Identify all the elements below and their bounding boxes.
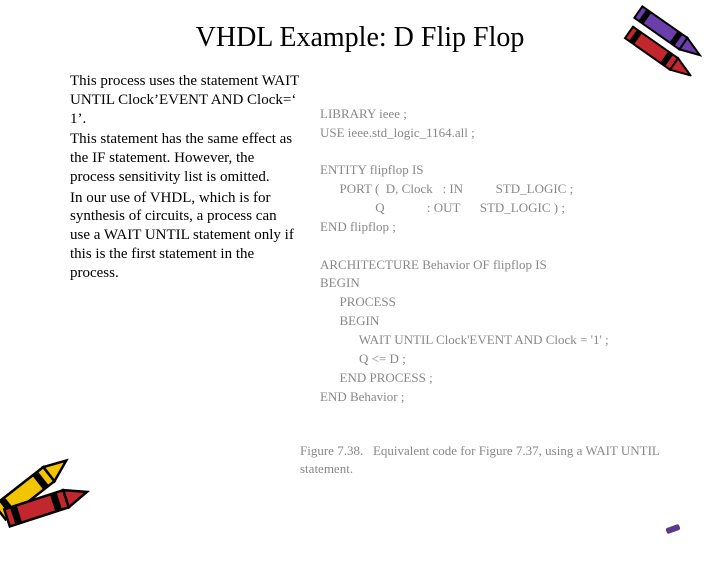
code-line: LIBRARY ieee ; [320,106,407,121]
explanation-text: This process uses the statement WAIT UNT… [70,72,300,425]
crayon-icon [0,455,100,550]
code-line: USE ieee.std_logic_1164.all ; [320,125,475,140]
paragraph-1: This process uses the statement WAIT UNT… [70,72,300,128]
code-line: Q : OUT STD_LOGIC ) ; [320,200,565,215]
code-line: PORT ( D, Clock : IN STD_LOGIC ; [320,181,573,196]
code-line: PROCESS [320,294,396,309]
code-line: END PROCESS ; [320,370,433,385]
figure-caption: Figure 7.38. Equivalent code for Figure … [300,442,680,478]
code-line: ENTITY flipflop IS [320,162,424,177]
caption-label: Figure 7.38. [300,443,363,458]
code-line: BEGIN [320,275,360,290]
code-listing: LIBRARY ieee ; USE ieee.std_logic_1164.a… [320,72,680,425]
paragraph-3: In our use of VHDL, which is for synthes… [70,189,300,283]
code-line: BEGIN [320,313,379,328]
content-row: This process uses the statement WAIT UNT… [0,72,720,425]
code-line: ARCHITECTURE Behavior OF flipflop IS [320,257,547,272]
code-line: WAIT UNTIL Clock'EVENT AND Clock = '1' ; [320,332,609,347]
paragraph-2: This statement has the same effect as th… [70,130,300,186]
scribble-mark [665,524,680,534]
code-line: END flipflop ; [320,219,396,234]
code-line: END Behavior ; [320,389,404,404]
code-line: Q <= D ; [320,351,406,366]
